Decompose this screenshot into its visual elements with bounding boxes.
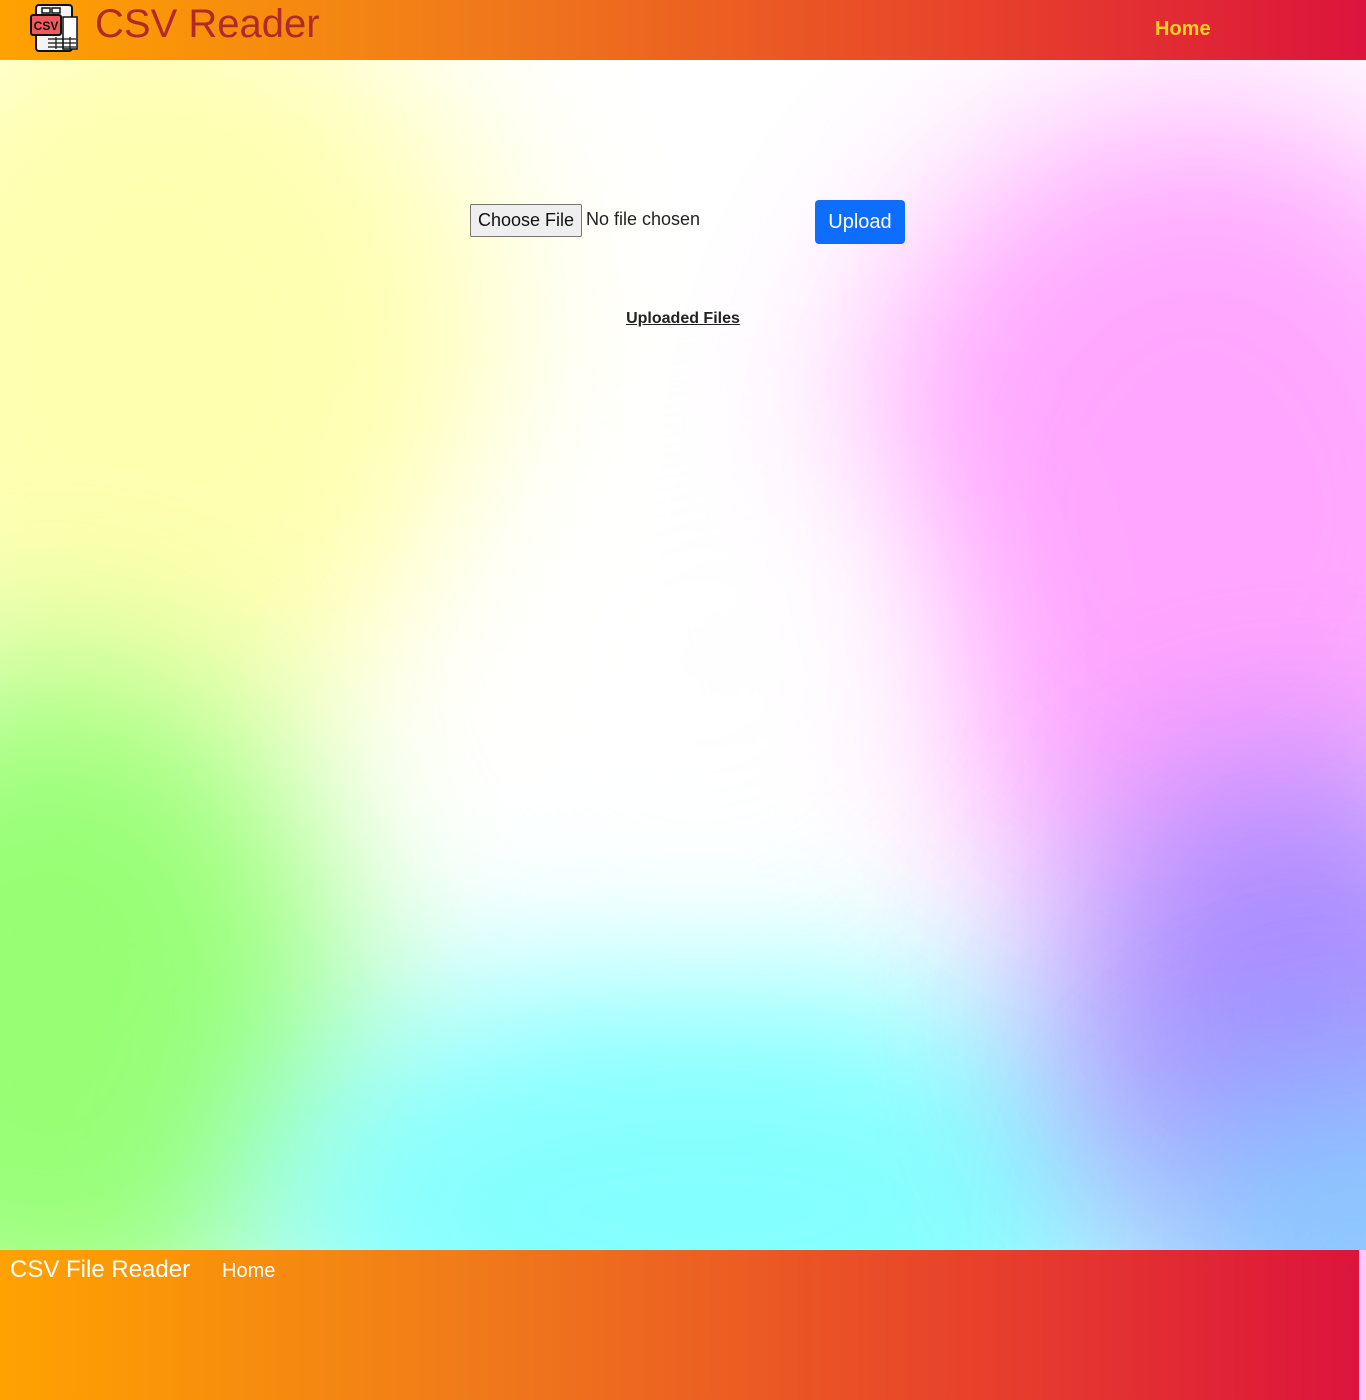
file-status-text: No file chosen (586, 209, 701, 229)
footer-brand: CSV File Reader (10, 1256, 191, 1283)
main-content: Choose File No file chosen Upload Upload… (0, 60, 1366, 1250)
uploaded-files-heading: Uploaded Files (626, 310, 740, 327)
brand-title: CSV Reader (95, 2, 320, 46)
site-footer: CSV File Reader Home (0, 1250, 1359, 1400)
nav-home-link[interactable]: Home (1155, 18, 1211, 41)
background-gradient (250, 960, 1150, 1250)
choose-file-button[interactable]: Choose File (470, 204, 582, 237)
csv-file-icon: CSV (30, 4, 78, 52)
background-gradient (0, 60, 500, 760)
footer-home-link[interactable]: Home (222, 1260, 275, 1283)
logo-text: CSV (34, 19, 59, 33)
site-header: CSV CSV Reader Home (0, 0, 1366, 60)
background-gradient (450, 410, 950, 910)
footer-edge (1359, 1250, 1366, 1400)
upload-button[interactable]: Upload (815, 200, 905, 244)
